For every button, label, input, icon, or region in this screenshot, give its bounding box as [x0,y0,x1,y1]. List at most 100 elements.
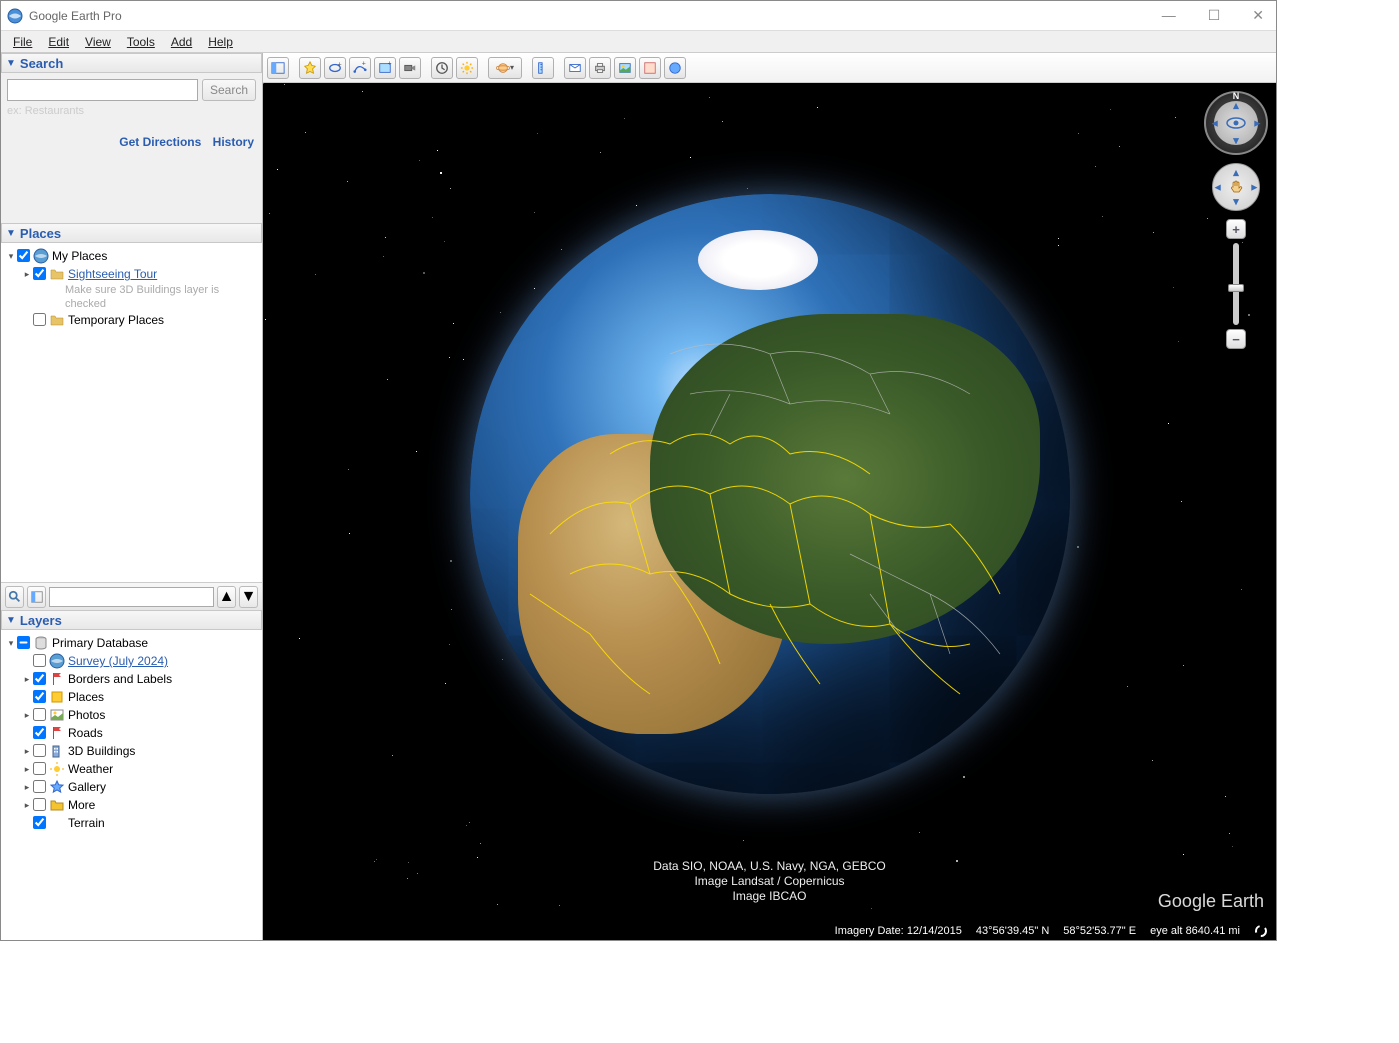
tree-label[interactable]: 3D Buildings [68,743,135,759]
layers-item-3d-buildings[interactable]: ▸ 3D Buildings [1,742,262,760]
menu-add[interactable]: Add [165,33,198,51]
places-item-sightseeing-tour[interactable]: ▸ Sightseeing Tour [1,265,262,283]
main-view: + + + ▾ [263,53,1276,940]
tb-sunlight[interactable] [456,57,478,79]
checkbox[interactable] [33,780,46,793]
tb-historical[interactable] [431,57,453,79]
checkbox[interactable] [33,816,46,829]
menu-edit[interactable]: Edit [42,33,75,51]
expand-arrow[interactable]: ▸ [21,707,33,723]
pan-control[interactable]: ▴ ▾ ◂ ▸ [1212,163,1260,211]
checkbox[interactable] [33,708,46,721]
tb-image-overlay[interactable]: + [374,57,396,79]
places-item-temporary-places[interactable]: Temporary Places [1,311,262,329]
minimize-button[interactable]: — [1156,5,1182,26]
tree-label[interactable]: Places [68,689,104,705]
expand-arrow[interactable]: ▸ [21,797,33,813]
tree-label[interactable]: Primary Database [52,635,148,651]
checkbox[interactable] [33,798,46,811]
tb-save-image[interactable] [614,57,636,79]
tb-placemark[interactable] [299,57,321,79]
tb-view-maps[interactable] [639,57,661,79]
checkbox[interactable] [33,726,46,739]
tree-label[interactable]: More [68,797,95,813]
status-lon: 58°52'53.77" E [1063,925,1136,937]
tb-panel-toggle[interactable] [267,57,289,79]
tree-label[interactable]: Sightseeing Tour [68,266,157,282]
expand-arrow[interactable]: ▸ [21,266,33,282]
tb-print[interactable] [589,57,611,79]
zoom-slider[interactable]: + − [1226,219,1246,349]
tb-path[interactable]: + [349,57,371,79]
maximize-button[interactable]: ☐ [1202,5,1227,26]
tb-record-tour[interactable] [399,57,421,79]
menu-bar: File Edit View Tools Add Help [1,31,1276,53]
checkbox[interactable] [33,744,46,757]
zoom-track[interactable] [1233,243,1239,325]
places-filter-input[interactable] [49,587,214,607]
main-toolbar: + + + ▾ [263,53,1276,83]
zoom-in-button[interactable]: + [1226,219,1246,239]
tree-label[interactable]: My Places [52,248,107,264]
tree-label[interactable]: Temporary Places [68,312,164,328]
checkbox[interactable] [33,762,46,775]
layers-item-photos[interactable]: ▸ Photos [1,706,262,724]
tree-label[interactable]: Weather [68,761,113,777]
menu-help[interactable]: Help [202,33,239,51]
tb-planet[interactable]: ▾ [488,57,522,79]
expand-arrow[interactable]: ▸ [21,761,33,777]
places-search-icon[interactable] [5,586,24,608]
checkbox[interactable] [33,672,46,685]
places-panel-icon[interactable] [27,586,46,608]
menu-tools[interactable]: Tools [121,33,161,51]
expand-arrow[interactable]: ▸ [21,671,33,687]
places-down-button[interactable]: ▼ [239,586,258,608]
layers-item-terrain[interactable]: Terrain [1,814,262,832]
search-input[interactable] [7,79,198,101]
history-link[interactable]: History [213,135,254,149]
layers-item-primary-database[interactable]: ▾ Primary Database [1,634,262,652]
tb-ruler[interactable] [532,57,554,79]
tb-sphere[interactable] [664,57,686,79]
layers-item-gallery[interactable]: ▸ Gallery [1,778,262,796]
layers-item-borders-and-labels[interactable]: ▸ Borders and Labels [1,670,262,688]
checkbox[interactable] [33,690,46,703]
expand-arrow[interactable]: ▸ [21,743,33,759]
zoom-out-button[interactable]: − [1226,329,1246,349]
layers-item-survey-july-2024-[interactable]: Survey (July 2024) [1,652,262,670]
checkbox[interactable] [17,636,30,649]
expand-arrow[interactable]: ▾ [5,635,17,651]
layers-item-places[interactable]: Places [1,688,262,706]
checkbox[interactable] [17,249,30,262]
close-button[interactable]: ✕ [1246,5,1270,26]
tree-label[interactable]: Roads [68,725,103,741]
layers-item-roads[interactable]: Roads [1,724,262,742]
layers-item-weather[interactable]: ▸ Weather [1,760,262,778]
places-up-button[interactable]: ▲ [217,586,236,608]
globe[interactable] [470,194,1070,794]
layers-item-more[interactable]: ▸ More [1,796,262,814]
layers-panel-header[interactable]: ▼Layers [1,610,262,630]
search-button[interactable]: Search [202,79,256,101]
map-viewport[interactable]: Data SIO, NOAA, U.S. Navy, NGA, GEBCO Im… [263,83,1276,940]
get-directions-link[interactable]: Get Directions [119,135,201,149]
menu-view[interactable]: View [79,33,117,51]
tree-label[interactable]: Gallery [68,779,106,795]
checkbox[interactable] [33,313,46,326]
checkbox[interactable] [33,654,46,667]
tree-label[interactable]: Photos [68,707,105,723]
places-panel-header[interactable]: ▼Places [1,223,262,243]
tb-polygon[interactable]: + [324,57,346,79]
tree-label[interactable]: Terrain [68,815,105,831]
zoom-thumb[interactable] [1228,284,1244,292]
search-panel-header[interactable]: ▼Search [1,53,262,73]
tb-email[interactable] [564,57,586,79]
checkbox[interactable] [33,267,46,280]
expand-arrow[interactable]: ▸ [21,779,33,795]
compass-control[interactable]: N ▴ ▾ ◂ ▸ [1204,91,1268,155]
expand-arrow[interactable]: ▾ [5,248,17,264]
tree-label[interactable]: Borders and Labels [68,671,172,687]
places-item-my-places[interactable]: ▾ My Places [1,247,262,265]
menu-file[interactable]: File [7,33,38,51]
tree-label[interactable]: Survey (July 2024) [68,653,168,669]
